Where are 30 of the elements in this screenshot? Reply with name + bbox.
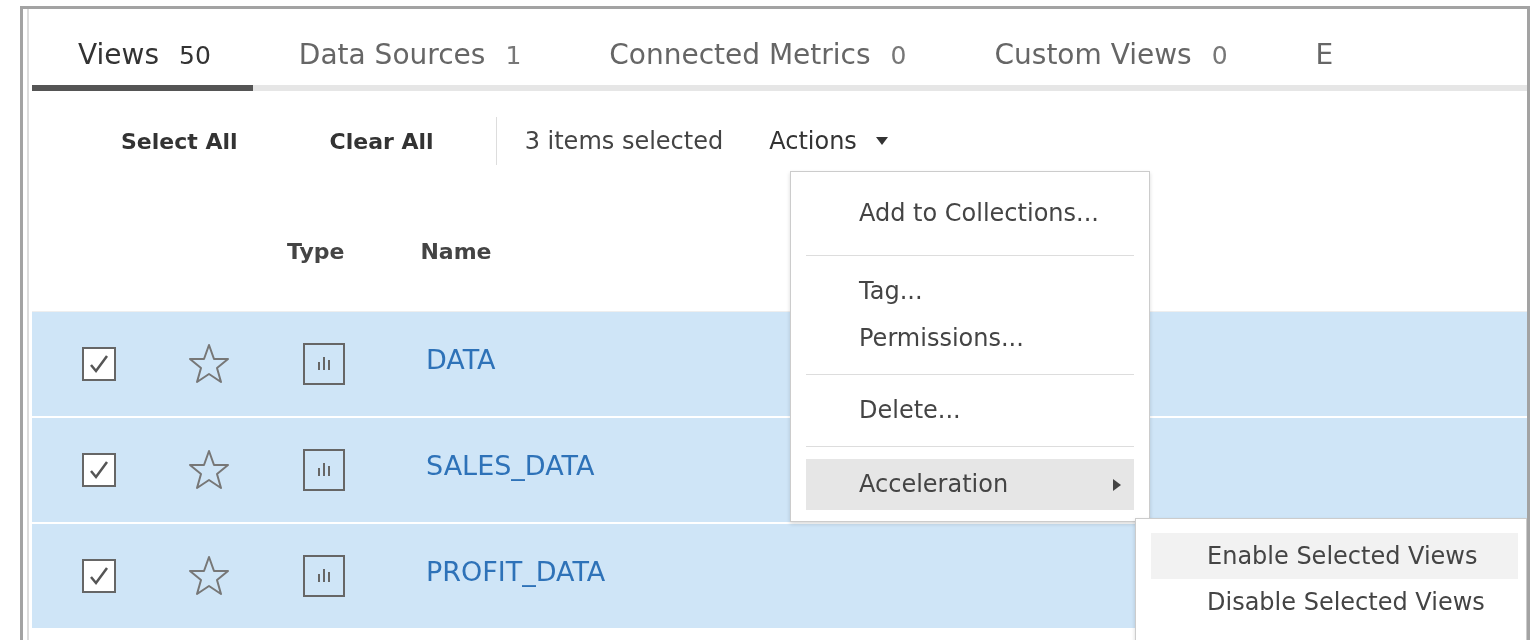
chart-icon (303, 449, 345, 491)
menu-item[interactable]: Add to Collections... (806, 190, 1134, 237)
caret-icon (874, 136, 889, 146)
select-all-button[interactable]: Select All (121, 128, 238, 154)
menu-item[interactable]: Enable Selected Views (1151, 533, 1518, 579)
view-name-link[interactable]: PROFIT_DATA (426, 555, 606, 587)
tab[interactable]: Connected Metrics 0 (563, 30, 949, 91)
column-header[interactable]: Name (420, 238, 492, 264)
menu-item[interactable]: Acceleration (806, 459, 1134, 510)
tab[interactable]: Custom Views 0 (948, 30, 1270, 91)
checkbox[interactable] (82, 453, 116, 487)
star-icon[interactable] (187, 342, 231, 386)
column-header[interactable]: Type (287, 238, 345, 264)
menu-item[interactable]: Disable Selected Views (1151, 579, 1518, 625)
menu-item[interactable]: Permissions... (806, 315, 1134, 362)
selection-count: 3 items selected (524, 127, 724, 155)
star-icon[interactable] (187, 448, 231, 492)
chart-icon (303, 555, 345, 597)
actions-dropdown[interactable]: Actions (769, 127, 889, 155)
checkbox[interactable] (82, 347, 116, 381)
star-icon[interactable] (187, 554, 231, 598)
menu-item[interactable]: Tag... (806, 268, 1134, 315)
tab[interactable]: Views 50 (32, 30, 253, 91)
checkbox[interactable] (82, 559, 116, 593)
view-name-link[interactable]: DATA (426, 343, 496, 375)
view-name-link[interactable]: SALES_DATA (426, 449, 595, 481)
clear-all-button[interactable]: Clear All (329, 128, 434, 154)
tab[interactable]: E (1269, 30, 1376, 91)
tab[interactable]: Data Sources 1 (252, 30, 564, 91)
chart-icon (303, 343, 345, 385)
